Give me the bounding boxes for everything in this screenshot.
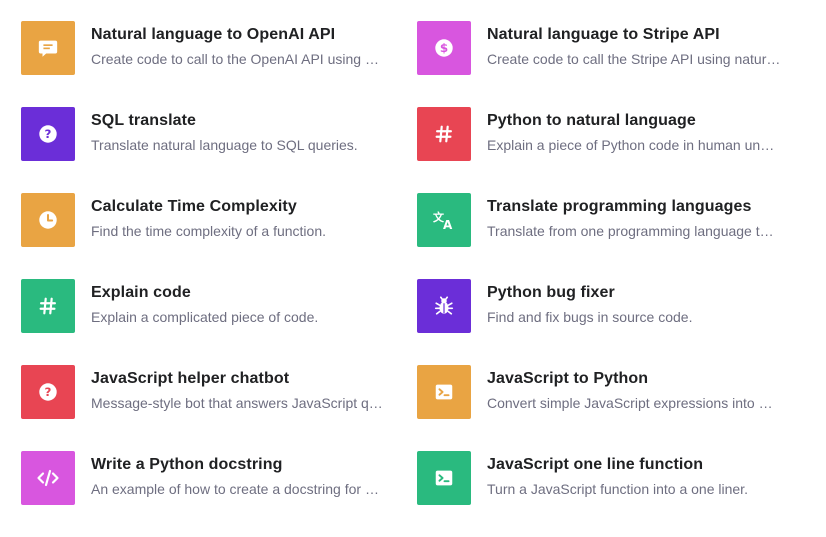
question-icon: ?	[37, 123, 59, 145]
example-title: JavaScript to Python	[487, 370, 649, 387]
example-text: Calculate Time Complexity Find the time c…	[91, 193, 385, 240]
example-text: JavaScript one line function Turn a JavaS…	[487, 451, 781, 498]
example-icon-tile	[417, 107, 471, 161]
example-icon-tile	[417, 451, 471, 505]
example-icon-tile	[21, 193, 75, 247]
example-title: Natural language to OpenAI API	[91, 26, 336, 43]
svg-text:?: ?	[45, 127, 52, 141]
example-text: SQL translate Translate natural language …	[91, 107, 385, 154]
example-icon-tile	[417, 279, 471, 333]
example-card[interactable]: Write a Python docstring An example of ho…	[21, 451, 417, 537]
example-title: Write a Python docstring	[91, 456, 283, 473]
translate-icon: 文A	[432, 208, 456, 232]
example-icon-tile: $	[417, 21, 471, 75]
example-icon-tile	[417, 365, 471, 419]
example-title: Python bug fixer	[487, 284, 615, 301]
svg-text:$: $	[440, 41, 448, 55]
example-title: Translate programming languages	[487, 198, 752, 215]
svg-text:?: ?	[45, 385, 52, 399]
example-description: Explain a complicated piece of code.	[91, 309, 319, 325]
chat-bubble-icon	[37, 37, 59, 59]
example-card[interactable]: 文 A Translate programming languages Transla…	[417, 193, 811, 279]
example-card[interactable]: ? JavaScript helper chatbot Message-style …	[21, 365, 417, 451]
example-description: Find and fix bugs in source code.	[487, 309, 693, 325]
terminal-icon	[433, 467, 455, 489]
example-description: Translate natural language to SQL querie…	[91, 137, 358, 153]
clock-icon	[37, 209, 59, 231]
example-icon-tile	[21, 21, 75, 75]
example-card[interactable]: Python to natural language Explain a piec…	[417, 107, 811, 193]
hashtag-icon	[37, 295, 59, 317]
example-icon-tile	[21, 451, 75, 505]
example-card[interactable]: Explain code Explain a complicated piece …	[21, 279, 417, 365]
example-title: Calculate Time Complexity	[91, 198, 297, 215]
example-title: Natural language to Stripe API	[487, 26, 720, 43]
example-card[interactable]: Natural language to OpenAI API Create cod…	[21, 21, 417, 107]
example-text: Explain code Explain a complicated piece …	[91, 279, 385, 326]
example-title: SQL translate	[91, 112, 197, 129]
example-description: Message-style bot that answers JavaScrip…	[91, 395, 385, 411]
example-description: Convert simple JavaScript expressions in…	[487, 395, 781, 411]
example-text: JavaScript helper chatbot Message-style b…	[91, 365, 385, 412]
example-title: Python to natural language	[487, 112, 696, 129]
example-icon-tile: 文A	[417, 193, 471, 247]
terminal-icon	[433, 381, 455, 403]
examples-grid: Natural language to OpenAI API Create cod…	[21, 21, 811, 537]
example-description: An example of how to create a docstring …	[91, 481, 385, 497]
dollar-icon: $	[433, 37, 455, 59]
example-text: Natural language to OpenAI API Create cod…	[91, 21, 385, 68]
example-text: Python bug fixer Find and fix bugs in sou…	[487, 279, 781, 326]
example-title: Explain code	[91, 284, 191, 301]
example-icon-tile	[21, 279, 75, 333]
example-card[interactable]: Python bug fixer Find and fix bugs in sou…	[417, 279, 811, 365]
example-text: Translate programming languages Translate…	[487, 193, 781, 240]
example-text: Write a Python docstring An example of ho…	[91, 451, 385, 498]
example-description: Find the time complexity of a function.	[91, 223, 326, 239]
example-text: Python to natural language Explain a piec…	[487, 107, 781, 154]
example-card[interactable]: JavaScript to Python Convert simple JavaS…	[417, 365, 811, 451]
example-icon-tile: ?	[21, 107, 75, 161]
example-description: Turn a JavaScript function into a one li…	[487, 481, 748, 497]
example-text: JavaScript to Python Convert simple JavaS…	[487, 365, 781, 412]
example-card[interactable]: ? SQL translate Translate natural language…	[21, 107, 417, 193]
code-icon	[36, 466, 60, 490]
example-card[interactable]: $ Natural language to Stripe API Create co…	[417, 21, 811, 107]
example-description: Create code to call the Stripe API using…	[487, 51, 781, 67]
svg-text:A: A	[443, 218, 453, 232]
example-card[interactable]: Calculate Time Complexity Find the time c…	[21, 193, 417, 279]
example-title: JavaScript one line function	[487, 456, 704, 473]
example-title: JavaScript helper chatbot	[91, 370, 290, 387]
example-description: Create code to call to the OpenAI API us…	[91, 51, 385, 67]
hashtag-icon	[433, 123, 455, 145]
question-icon: ?	[37, 381, 59, 403]
example-card[interactable]: JavaScript one line function Turn a JavaS…	[417, 451, 811, 537]
example-description: Explain a piece of Python code in human …	[487, 137, 781, 153]
bug-icon	[433, 295, 455, 317]
example-icon-tile: ?	[21, 365, 75, 419]
example-text: Natural language to Stripe API Create cod…	[487, 21, 781, 68]
example-description: Translate from one programming language …	[487, 223, 781, 239]
